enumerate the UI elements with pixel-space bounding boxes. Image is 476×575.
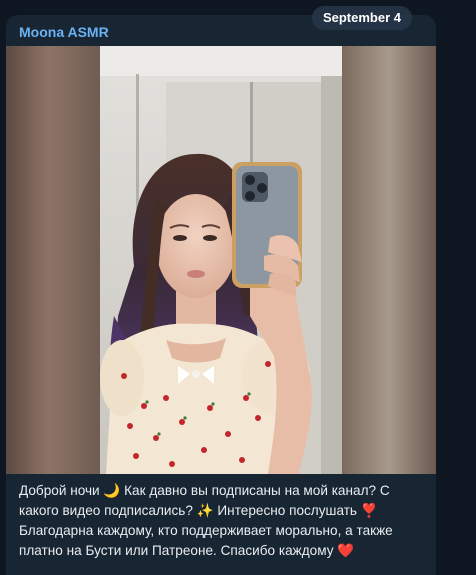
message-photo[interactable] <box>6 46 436 474</box>
message-caption: Доброй ночи 🌙 Как давно вы подписаны на … <box>19 483 393 558</box>
message-bubble: Moona ASMR Доброй ночи 🌙 Как давно вы по… <box>6 15 436 575</box>
sender-name[interactable]: Moona ASMR <box>19 24 109 40</box>
date-pill: September 4 <box>312 6 412 30</box>
